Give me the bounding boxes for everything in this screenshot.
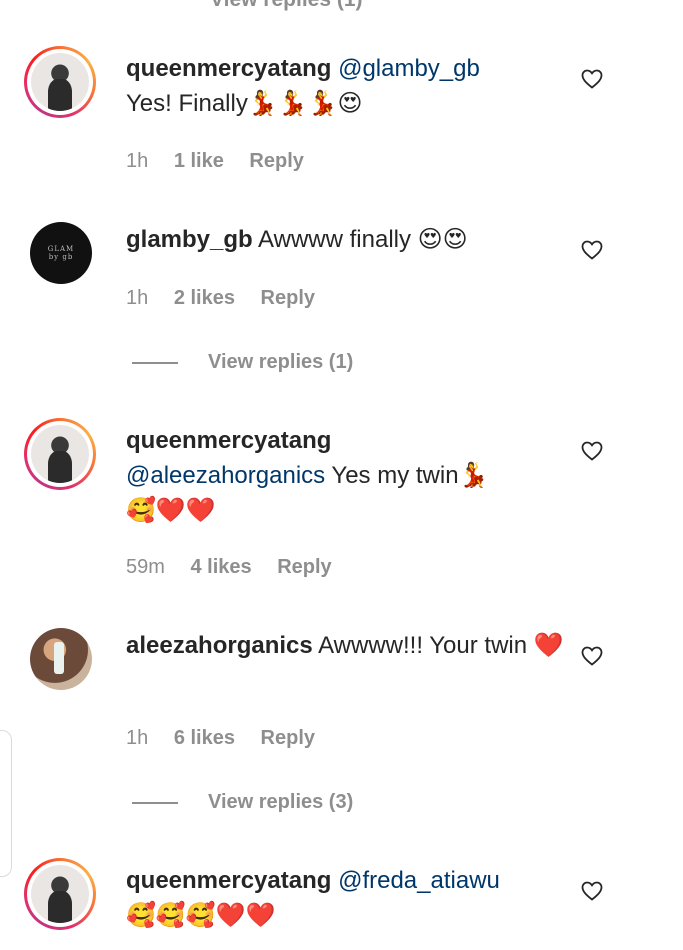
- mention-link[interactable]: @freda_atiawu: [338, 867, 500, 894]
- comment-body: Awwww!!! Your twin: [318, 632, 528, 659]
- view-replies-label: View replies (1): [208, 351, 354, 373]
- partial-view-replies[interactable]: View replies (1): [210, 0, 363, 12]
- username[interactable]: glamby_gb: [126, 226, 253, 253]
- comment-text: glamby_gb Awwww finally 😍😍: [126, 222, 593, 257]
- view-replies-label: View replies (3): [208, 791, 354, 813]
- username[interactable]: queenmercyatang: [126, 55, 331, 82]
- reply-button[interactable]: Reply: [249, 150, 303, 172]
- avatar[interactable]: GLAM by gb: [30, 222, 92, 284]
- side-panel-edge: [0, 730, 12, 877]
- comment-emojis: 🥰🥰🥰❤️❤️: [126, 901, 276, 929]
- timestamp: 1h: [126, 287, 149, 309]
- comment-emojis: 😍😍: [417, 225, 468, 253]
- avatar-logo-sub: by gb: [48, 253, 74, 261]
- heart-outline-icon[interactable]: [580, 644, 604, 668]
- reply-button[interactable]: Reply: [261, 287, 315, 309]
- comment-body: Yes my twin: [331, 462, 459, 489]
- username[interactable]: queenmercyatang: [126, 427, 331, 454]
- likes-count[interactable]: 2 likes: [174, 287, 235, 309]
- comment-meta: 59m 4 likes Reply: [126, 556, 352, 579]
- likes-count[interactable]: 1 like: [174, 150, 224, 172]
- username[interactable]: queenmercyatang: [126, 867, 331, 894]
- divider-line: [132, 801, 178, 804]
- comment-emojis: 💃: [458, 461, 489, 489]
- avatar-logo-text: GLAM: [47, 245, 75, 253]
- comment-body: Yes! Finally: [126, 90, 248, 117]
- avatar-photo: [31, 53, 89, 111]
- comment-text: aleezahorganics Awwww!!! Your twin ❤️: [126, 628, 593, 663]
- mention-link[interactable]: @aleezahorganics: [126, 462, 325, 489]
- timestamp: 1h: [126, 150, 149, 172]
- likes-count[interactable]: 4 likes: [190, 556, 251, 578]
- comment-emojis-2: 🥰❤️❤️: [126, 496, 216, 524]
- likes-count[interactable]: 6 likes: [174, 727, 235, 749]
- mention-link[interactable]: @glamby_gb: [338, 55, 480, 82]
- view-replies-button[interactable]: View replies (1): [132, 351, 353, 374]
- comment-text: queenmercyatang @freda_atiawu 🥰🥰🥰❤️❤️: [126, 864, 593, 933]
- comment-emojis: ❤️: [533, 631, 564, 659]
- comment-emojis: 💃💃💃😍: [247, 89, 363, 117]
- comment-meta: 1h 6 likes Reply: [126, 727, 335, 750]
- heart-outline-icon[interactable]: [580, 67, 604, 91]
- avatar[interactable]: [24, 858, 96, 930]
- comment-body: Awwww finally: [258, 226, 411, 253]
- avatar[interactable]: [24, 418, 96, 490]
- comment-meta: 1h 2 likes Reply: [126, 287, 335, 310]
- comment-text: queenmercyatang @aleezahorganics Yes my …: [126, 424, 593, 528]
- heart-outline-icon[interactable]: [580, 439, 604, 463]
- heart-outline-icon[interactable]: [580, 879, 604, 903]
- avatar-photo: [31, 865, 89, 923]
- username[interactable]: aleezahorganics: [126, 632, 313, 659]
- comment-text: queenmercyatang @glamby_gb Yes! Finally💃…: [126, 52, 593, 121]
- divider-line: [132, 361, 178, 364]
- timestamp: 59m: [126, 556, 165, 578]
- view-replies-button[interactable]: View replies (3): [132, 791, 353, 814]
- reply-button[interactable]: Reply: [277, 556, 331, 578]
- avatar-photo: [31, 425, 89, 483]
- comment-meta: 1h 1 like Reply: [126, 150, 324, 173]
- avatar[interactable]: [30, 628, 92, 690]
- reply-button[interactable]: Reply: [261, 727, 315, 749]
- heart-outline-icon[interactable]: [580, 238, 604, 262]
- avatar[interactable]: [24, 46, 96, 118]
- timestamp: 1h: [126, 727, 149, 749]
